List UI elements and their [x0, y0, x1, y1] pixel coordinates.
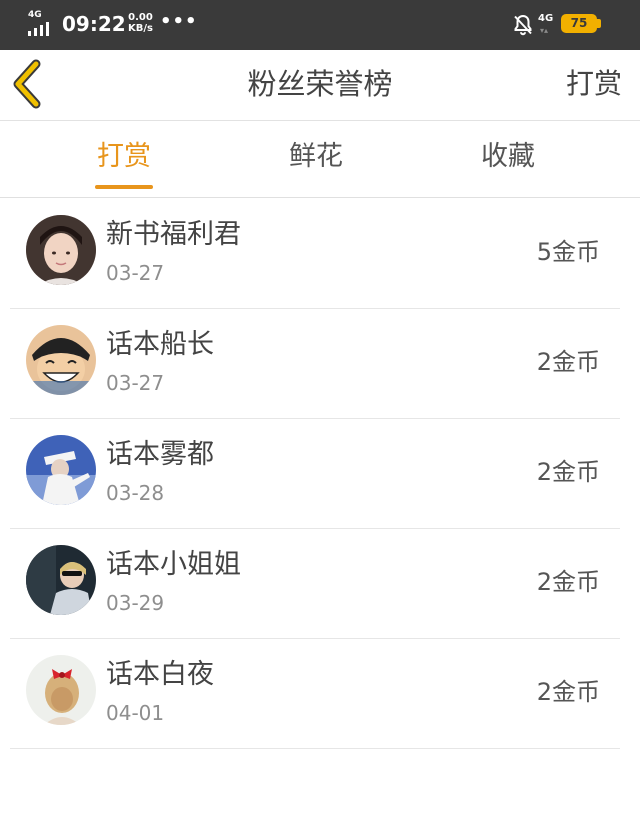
- tab-tips[interactable]: 打赏: [24, 137, 224, 177]
- list-item-date: 03-27: [106, 371, 165, 395]
- list-item-date: 04-01: [106, 701, 165, 725]
- network-speed-value: 0.00: [128, 12, 153, 23]
- tab-bar: 打赏 鲜花 收藏: [0, 121, 640, 198]
- list-item-name: 话本船长: [106, 329, 214, 360]
- list-item-amount: 2金币: [536, 568, 600, 596]
- list-item-amount: 2金币: [536, 458, 600, 486]
- tab-favorites[interactable]: 收藏: [408, 137, 608, 177]
- avatar: [26, 435, 96, 505]
- tab-flowers[interactable]: 鲜花: [216, 137, 416, 177]
- more-notifications-icon: •••: [160, 11, 198, 32]
- network-type-left: 4G: [28, 10, 42, 20]
- battery-cap: [597, 19, 601, 28]
- list-item-name: 新书福利君: [106, 219, 241, 250]
- tab-active-indicator: [95, 185, 153, 189]
- list-item[interactable]: 话本雾都 03-28 2金币: [10, 418, 620, 529]
- status-bar: 4G 09:22 0.00 KB/s ••• 4G ▾▴ 75: [0, 0, 640, 50]
- list-item-name: 话本小姐姐: [106, 549, 241, 580]
- nav-bar: 粉丝荣誉榜 打赏: [0, 50, 640, 121]
- list-item-date: 03-27: [106, 261, 165, 285]
- tip-button[interactable]: 打赏: [566, 64, 622, 104]
- network-speed-unit: KB/s: [128, 23, 153, 34]
- list-item-name: 话本白夜: [106, 659, 214, 690]
- page-title: 粉丝荣誉榜: [247, 67, 393, 101]
- network-type-right: 4G: [538, 13, 554, 24]
- list-item-amount: 2金币: [536, 678, 600, 706]
- list-item[interactable]: 话本白夜 04-01 2金币: [10, 638, 620, 749]
- list-item-amount: 5金币: [536, 238, 600, 266]
- list-item[interactable]: 新书福利君 03-27 5金币: [10, 198, 620, 309]
- avatar: [26, 325, 96, 395]
- list-item-date: 03-29: [106, 591, 165, 615]
- list-item-amount: 2金币: [536, 348, 600, 376]
- network-speed: 0.00 KB/s: [128, 12, 153, 34]
- bell-off-icon: [514, 14, 532, 36]
- avatar: [26, 545, 96, 615]
- list-item-date: 03-28: [106, 481, 165, 505]
- data-activity-icon: ▾▴: [540, 26, 549, 35]
- list-item-name: 话本雾都: [106, 439, 214, 470]
- list-item[interactable]: 话本小姐姐 03-29 2金币: [10, 528, 620, 639]
- signal-icon: 4G: [28, 10, 56, 36]
- avatar: [26, 655, 96, 725]
- avatar: [26, 215, 96, 285]
- status-time: 09:22: [62, 12, 126, 36]
- battery-icon: 75: [561, 14, 597, 33]
- battery-level: 75: [570, 16, 588, 30]
- list-item[interactable]: 话本船长 03-27 2金币: [10, 308, 620, 419]
